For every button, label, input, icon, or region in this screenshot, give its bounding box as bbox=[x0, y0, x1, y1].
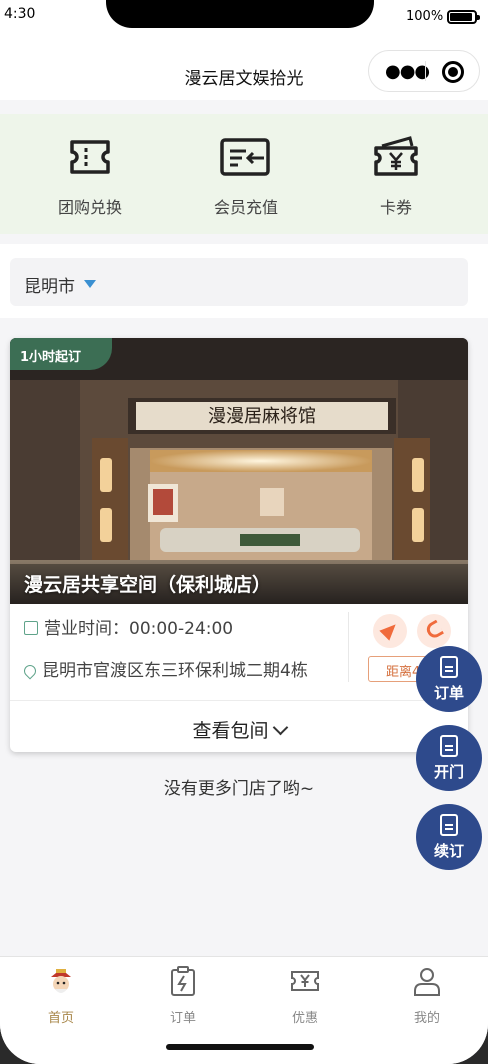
open-door-fab[interactable]: 开门 bbox=[416, 725, 482, 791]
renew-fab[interactable]: 续订 bbox=[416, 804, 482, 870]
divider bbox=[10, 700, 468, 701]
tab-discounts[interactable]: 优惠 bbox=[244, 965, 366, 1026]
store-card[interactable]: 漫漫居麻将馆 1小时起订 漫云居共享空间（保利城店） 营业时间：00:00-24… bbox=[10, 338, 468, 752]
chevron-down-icon bbox=[272, 719, 288, 736]
view-rooms-label: 查看包间 bbox=[192, 720, 269, 742]
quick-action-recharge[interactable]: 会员充值 bbox=[176, 114, 316, 234]
quick-action-label: 会员充值 bbox=[213, 198, 278, 217]
min-booking-tag: 1小时起订 bbox=[10, 338, 112, 370]
fab-label: 续订 bbox=[433, 842, 464, 860]
battery-icon bbox=[447, 10, 480, 24]
clock-icon bbox=[24, 621, 38, 635]
tab-label: 订单 bbox=[169, 1011, 196, 1026]
store-address: 昆明市官渡区东三环保利城二期4栋 bbox=[42, 661, 308, 681]
coupon-icon bbox=[291, 971, 319, 991]
tab-label: 优惠 bbox=[291, 1011, 318, 1026]
tab-profile[interactable]: 我的 bbox=[366, 965, 488, 1026]
address-row: 昆明市官渡区东三环保利城二期4栋 bbox=[21, 656, 308, 681]
quick-actions: 团购兑换 会员充值 卡券 bbox=[0, 114, 488, 234]
renew-icon bbox=[440, 814, 458, 836]
nav-bar: 漫云居文娱拾光 ●●● bbox=[0, 36, 488, 100]
phone-screen: 4:30 100% 漫云居文娱拾光 ●●● 团购兑换 会员充值 卡券 昆明市 漫… bbox=[0, 0, 488, 1064]
navigate-button[interactable] bbox=[373, 614, 407, 648]
tab-orders[interactable]: 订单 bbox=[122, 965, 244, 1026]
tab-label: 我的 bbox=[413, 1011, 440, 1026]
ticket-icon bbox=[70, 140, 110, 174]
city-selector[interactable]: 昆明市 bbox=[10, 258, 468, 306]
store-photo[interactable]: 漫漫居麻将馆 1小时起订 漫云居共享空间（保利城店） bbox=[10, 338, 468, 604]
business-hours: 营业时间：00:00-24:00 bbox=[44, 619, 234, 639]
door-icon bbox=[440, 735, 458, 757]
phone-icon bbox=[423, 619, 445, 641]
city-section: 昆明市 bbox=[0, 244, 488, 318]
close-target-icon[interactable] bbox=[442, 61, 464, 83]
mini-program-capsule: ●●● bbox=[368, 50, 480, 92]
store-interior-image: 漫漫居麻将馆 bbox=[10, 338, 468, 604]
home-indicator bbox=[166, 1044, 314, 1050]
status-bar: 4:30 100% bbox=[0, 0, 488, 36]
clipboard-icon bbox=[171, 966, 195, 996]
orders-fab[interactable]: 订单 bbox=[416, 646, 482, 712]
user-icon bbox=[414, 968, 440, 996]
location-pin-icon bbox=[21, 662, 39, 680]
more-icon[interactable]: ●●● bbox=[385, 61, 430, 82]
dropdown-arrow-icon bbox=[84, 280, 96, 288]
divider bbox=[348, 612, 349, 682]
capsule-divider bbox=[425, 61, 426, 81]
call-button[interactable] bbox=[417, 614, 451, 648]
battery-percent: 100% bbox=[406, 9, 444, 24]
quick-action-label: 团购兑换 bbox=[57, 198, 122, 217]
status-time: 4:30 bbox=[4, 6, 36, 22]
order-icon bbox=[440, 656, 458, 678]
view-rooms-button[interactable]: 查看包间 bbox=[10, 716, 468, 743]
shop-sign-text: 漫漫居麻将馆 bbox=[208, 406, 316, 427]
card-recharge-icon bbox=[220, 138, 270, 176]
quick-action-group-buy[interactable]: 团购兑换 bbox=[20, 114, 160, 234]
tab-label: 首页 bbox=[47, 1011, 74, 1026]
store-name: 漫云居共享空间（保利城店） bbox=[24, 574, 272, 596]
fab-label: 开门 bbox=[433, 763, 464, 781]
business-hours-row: 营业时间：00:00-24:00 bbox=[24, 614, 233, 639]
home-mascot-icon bbox=[51, 969, 71, 993]
tab-home[interactable]: 首页 bbox=[0, 965, 122, 1026]
coupon-icon bbox=[374, 136, 418, 176]
quick-action-label: 卡券 bbox=[379, 198, 412, 217]
no-more-stores-text: 没有更多门店了哟~ bbox=[163, 779, 315, 799]
navigation-arrow-icon bbox=[379, 619, 401, 641]
notch bbox=[106, 0, 374, 28]
city-name: 昆明市 bbox=[24, 277, 75, 297]
fab-label: 订单 bbox=[433, 684, 464, 702]
quick-action-coupon[interactable]: 卡券 bbox=[326, 114, 466, 234]
